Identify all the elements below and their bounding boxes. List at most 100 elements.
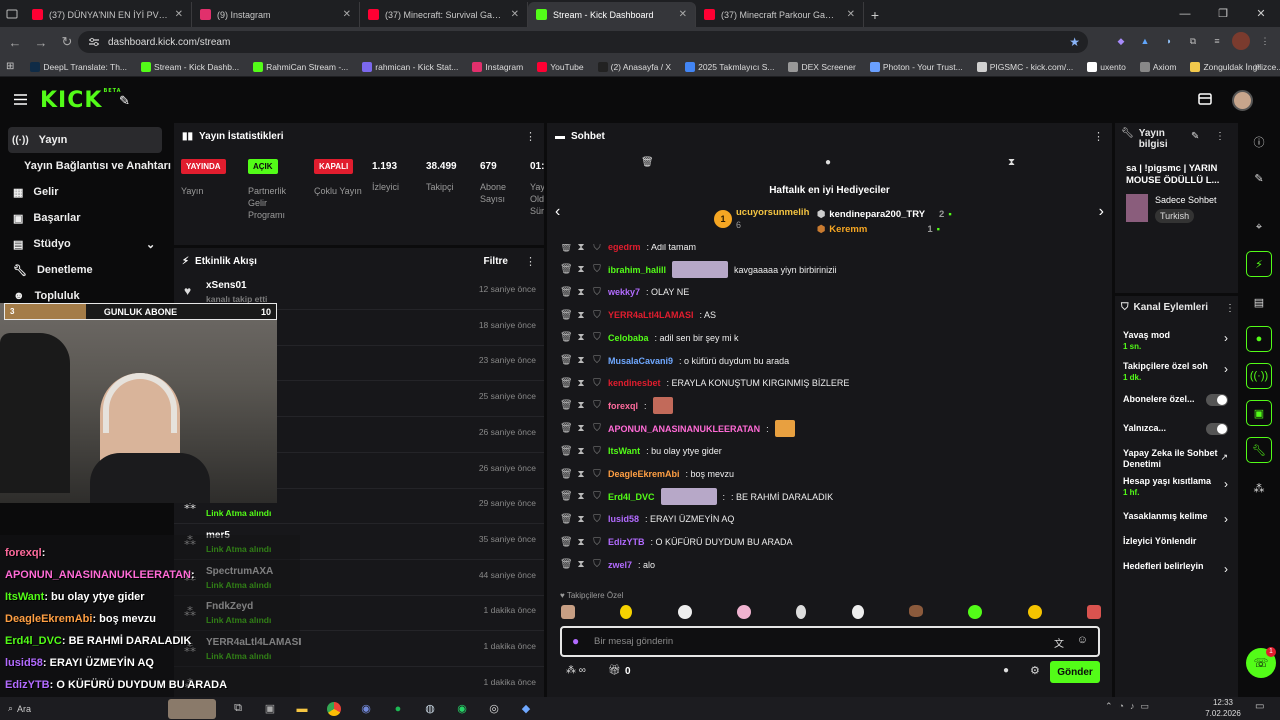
delete-message-icon[interactable]: 🗑︎ [560,310,573,321]
ban-shield-icon[interactable]: ⛉ [592,378,602,389]
delete-message-icon[interactable]: 🗑︎ [560,446,573,457]
broadcast-icon[interactable]: ((·)) [1246,363,1272,389]
emote-icon[interactable] [561,605,575,619]
pencil-icon[interactable]: ✎ [1246,165,1272,191]
channel-action-item[interactable]: Hesap yaşı kısıtlama 1 hf. [1123,476,1233,498]
ban-shield-icon[interactable]: ⛉ [592,332,602,343]
stream-info-icon[interactable]: ▣ [1246,400,1272,426]
browser-menu-icon[interactable]: ⋮ [1256,32,1274,50]
site-info-icon[interactable] [88,37,100,47]
profile-avatar[interactable] [1232,32,1250,50]
chrome-icon[interactable] [322,699,346,719]
chat-username[interactable]: lusid58 [608,514,639,524]
bookmark-item[interactable]: (2) Anasayfa / X [592,61,677,72]
activity-user[interactable]: xSens01 [206,280,247,291]
sidebar-item-stream-key[interactable]: Yayın Bağlantısı ve Anahtarı [0,153,172,179]
delete-message-icon[interactable]: 🗑︎ [560,332,573,343]
taskbar-clock[interactable]: 12:33 7.02.2026 [1203,697,1243,719]
timeout-icon[interactable]: ⧗ [576,423,586,434]
emote-icon[interactable] [796,605,807,619]
emote-icon[interactable] [677,605,692,619]
bookmark-item[interactable]: DEX Screener [782,61,861,72]
chevron-right-icon[interactable]: › [1224,512,1228,526]
chat-bubble-icon[interactable]: ● [1003,665,1009,676]
maximize-icon[interactable]: ❐ [1204,7,1242,20]
delete-message-icon[interactable]: 🗑︎ [560,355,573,366]
bookmark-item[interactable]: Photon - Your Trust... [864,61,969,72]
document-icon[interactable]: ▤ [1246,289,1272,315]
notifications-icon[interactable]: ▭ [1255,701,1264,712]
speech-icon[interactable]: ● [825,157,831,168]
tab-close-icon[interactable]: ✕ [511,9,519,20]
chat-username[interactable]: wekky7 [608,287,640,297]
timeout-icon[interactable]: ⧗ [576,400,586,411]
chat-username[interactable]: egedrm [608,244,641,252]
browser-tab[interactable]: (37) DÜNYA'NIN EN İYİ PVPCİSİ ✕ [24,2,192,27]
volume-icon[interactable]: ♪ [1130,701,1135,712]
ban-shield-icon[interactable]: ⛉ [592,264,602,275]
delete-message-icon[interactable]: 🗑︎ [560,244,573,253]
chat-username[interactable]: ItsWant [608,446,640,456]
emoji-icon[interactable]: ☺ [1077,634,1088,646]
emote-icon[interactable] [1027,605,1042,619]
ban-shield-icon[interactable]: ⛉ [592,400,602,411]
emote-icon[interactable] [851,605,864,619]
apps-grid-icon[interactable]: ⊞ [6,61,14,72]
chat-icon[interactable]: ● [1246,326,1272,352]
timeout-icon[interactable]: ⧗ [576,332,586,343]
channel-action-item[interactable]: Yasaklanmış kelime [1123,511,1233,522]
bookmark-item[interactable]: DeepL Translate: Th... [24,61,133,72]
bookmark-item[interactable]: Instagram [466,61,529,72]
hamburger-menu-icon[interactable] [14,94,27,105]
network-icon[interactable]: ◔ [1119,701,1124,712]
timeout-icon[interactable]: ⧗ [576,537,586,548]
ban-shield-icon[interactable]: ⛉ [592,244,602,253]
external-link-icon[interactable]: ↗ [1220,452,1228,463]
ban-shield-icon[interactable]: ⛉ [592,355,602,366]
timeout-icon[interactable]: ⧗ [576,514,586,525]
chat-username[interactable]: EdizYTB [608,537,645,547]
timeout-icon[interactable]: ⧗ [576,559,586,570]
task-view-icon[interactable]: ⧉ [226,699,250,719]
ban-shield-icon[interactable]: ⛉ [592,310,602,321]
new-tab-button[interactable]: + [864,2,886,27]
creator-tools-icon[interactable]: ✎ [119,93,130,109]
browser-tab[interactable]: (37) Minecraft: Survival Gamesi ✕ [360,2,528,27]
reading-list-icon[interactable]: ≡ [1208,32,1226,50]
bookmark-item[interactable]: Stream - Kick Dashb... [135,61,245,72]
extension-icon[interactable]: ▲ [1136,32,1154,50]
channel-action-item[interactable]: Takipçilere özel soh 1 dk. [1123,361,1233,383]
gifters-prev-icon[interactable]: ‹ [555,203,560,221]
filter-button[interactable]: Filtre [484,256,508,267]
delete-message-icon[interactable]: 🗑︎ [560,537,573,548]
timeout-icon[interactable]: ⧗ [576,469,586,480]
chat-username[interactable]: DeagleEkremAbi [608,469,680,479]
send-button[interactable]: Gönder [1050,661,1100,683]
sidebar-item-denetleme[interactable]: 🔧︎ Denetleme [0,257,172,283]
spotify-icon[interactable]: ● [386,699,410,719]
extensions-puzzle-icon[interactable]: ⧉ [1184,32,1202,50]
tab-close-icon[interactable]: ✕ [343,9,351,20]
bookmark-item[interactable]: Axiom [1134,61,1183,72]
ban-shield-icon[interactable]: ⛉ [592,287,602,298]
channel-action-item[interactable]: İzleyici Yönlendir [1123,536,1233,547]
bookmark-item[interactable]: Zonguldak İngilizce... [1184,61,1280,72]
delete-message-icon[interactable]: 🗑︎ [560,264,573,275]
sidebar-item-yayin[interactable]: ((·)) Yayın [8,127,162,153]
back-icon[interactable]: ← [4,31,26,53]
loyalty-points-icon[interactable]: ⁂ ∞ [566,665,586,676]
ban-shield-icon[interactable]: ⛉ [592,446,602,457]
close-window-icon[interactable]: ✕ [1242,7,1280,20]
channel-action-item[interactable]: Yavaş mod 1 sn. [1123,330,1233,352]
timeout-icon[interactable]: ⧗ [576,287,586,298]
steam-icon[interactable]: ◍ [418,699,442,719]
toggle-switch[interactable] [1206,423,1228,435]
delete-message-icon[interactable]: 🗑︎ [560,514,573,525]
ban-shield-icon[interactable]: ⛉ [592,491,602,502]
stream-info-menu-icon[interactable]: ⋮ [1215,131,1225,142]
obs-icon[interactable]: ◎ [482,699,506,719]
tab-close-icon[interactable]: ✕ [847,9,855,20]
kick-logo[interactable]: KICKBETA [40,88,122,113]
timeout-icon[interactable]: ⧗ [576,446,586,457]
bookmark-item[interactable]: YouTube [531,61,589,72]
